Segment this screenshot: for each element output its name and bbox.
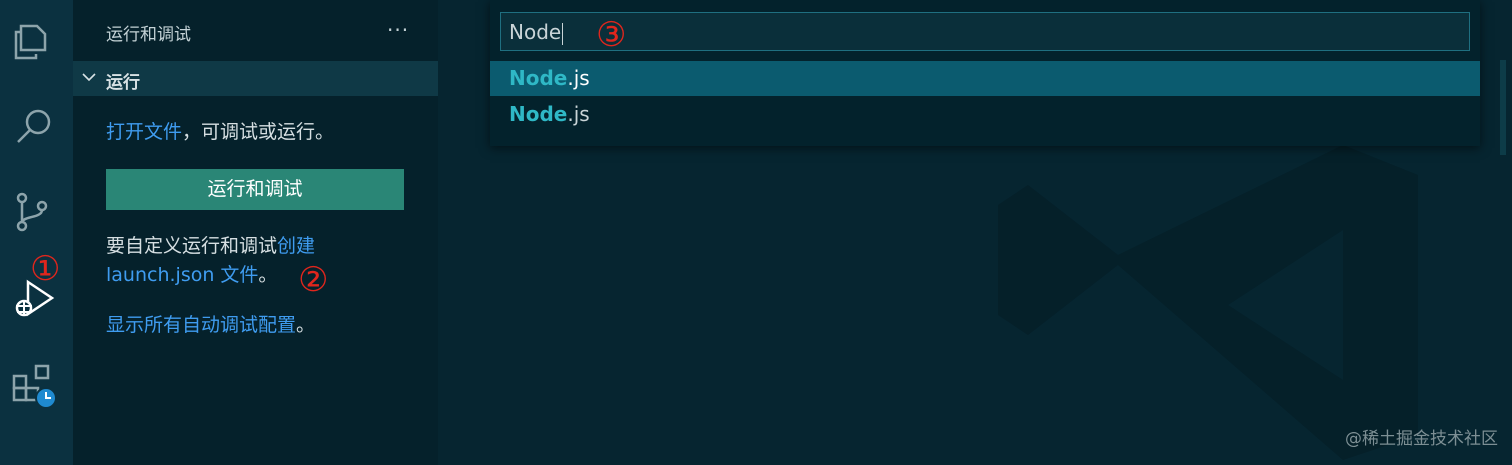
sidebar-title: 运行和调试 — [106, 25, 191, 45]
chevron-down-icon — [82, 73, 96, 82]
editor-area: Node ③ Node.js Node.js @稀土掘金技术社区 — [438, 0, 1512, 465]
scrollbar[interactable] — [1500, 60, 1506, 155]
site-watermark: @稀土掘金技术社区 — [1345, 429, 1498, 449]
marker-1: ① — [30, 249, 61, 289]
show-all-configs-link[interactable]: 显示所有自动调试配置 — [106, 314, 296, 336]
launch-json-link[interactable]: launch.json 文件 — [106, 264, 258, 286]
more-actions-button[interactable]: ··· — [387, 18, 409, 42]
marker-2: ② — [298, 260, 329, 300]
quick-pick: Node ③ Node.js Node.js — [490, 0, 1480, 146]
quick-pick-item[interactable]: Node.js — [490, 97, 1480, 132]
sidebar: 运行和调试 ··· 运行 打开文件，可调试或运行。 运行和调试 要自定义运行和调… — [73, 0, 438, 465]
open-file-text: 打开文件，可调试或运行。 — [106, 121, 335, 143]
source-control-icon[interactable] — [12, 190, 56, 234]
customize-text: 要自定义运行和调试创建 launch.json 文件。 — [106, 235, 316, 286]
open-file-link[interactable]: 打开文件 — [106, 121, 182, 143]
show-all-text: 显示所有自动调试配置。 — [106, 314, 316, 336]
extensions-icon[interactable] — [12, 364, 57, 409]
run-and-debug-button[interactable]: 运行和调试 — [106, 169, 404, 210]
section-label: 运行 — [106, 73, 140, 93]
vscode-logo-watermark — [998, 145, 1418, 460]
files-icon[interactable] — [12, 18, 56, 62]
search-icon[interactable] — [12, 104, 56, 148]
marker-3: ③ — [596, 15, 627, 55]
quick-pick-input[interactable]: Node — [500, 12, 1470, 51]
text-caret — [562, 22, 564, 45]
quick-pick-item[interactable]: Node.js — [490, 61, 1480, 96]
activity-bar: ① — [0, 0, 74, 465]
section-header-run[interactable]: 运行 — [73, 61, 438, 96]
create-link[interactable]: 创建 — [277, 235, 315, 257]
